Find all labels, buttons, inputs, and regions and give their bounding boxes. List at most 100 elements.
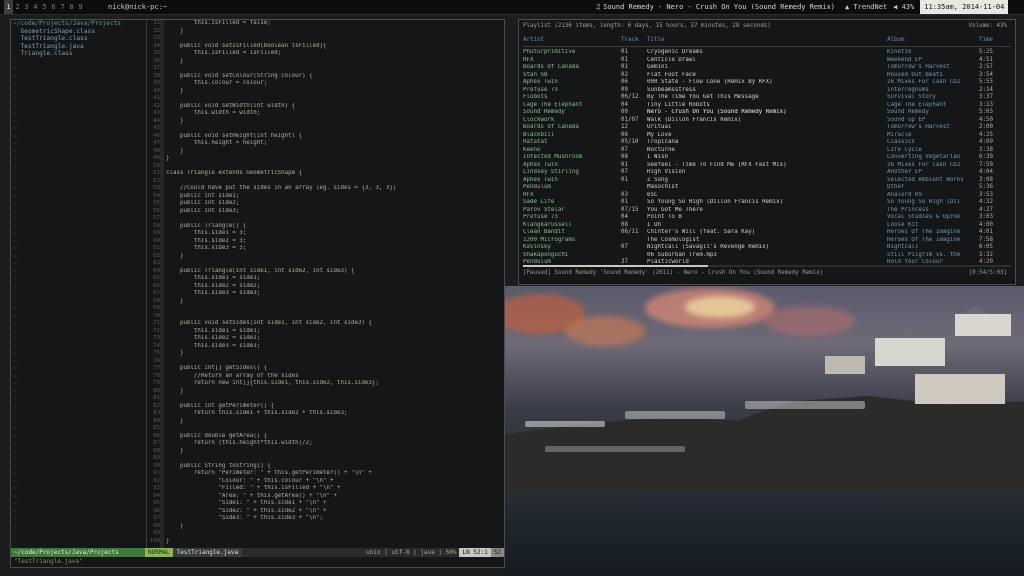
code-line[interactable]: this.width = width; — [166, 110, 502, 118]
playlist-row[interactable]: Aphex Twin 01 Seefeel - Time To Find Me (R… — [523, 162, 1011, 170]
code-line[interactable]: } — [166, 118, 502, 126]
playlist-row[interactable]: RFX 03 6SC Analord 09 3:53 — [523, 192, 1011, 200]
code-line[interactable] — [166, 395, 502, 403]
code-line[interactable]: } — [166, 253, 502, 261]
workspace-6[interactable]: 6 — [49, 0, 58, 14]
playlist-row[interactable]: Flobots 06/12 By The Time You Get This Mes… — [523, 94, 1011, 102]
code-line[interactable]: this.height = height; — [166, 140, 502, 148]
code-line[interactable]: return this.side1 + this.side2 + this.si… — [166, 410, 502, 418]
code-line[interactable]: } — [166, 388, 502, 396]
playlist-row[interactable]: Sade Life 01 So Young So High (Dillon Fran… — [523, 199, 1011, 207]
code-line[interactable]: "Side3: " + this.side3 + "\n"; — [166, 515, 502, 523]
code-line[interactable]: this.side2 = 3; — [166, 238, 502, 246]
code-line[interactable]: } — [166, 523, 502, 531]
network-indicator[interactable]: ▲ TrendNet — [845, 0, 887, 14]
code-line[interactable]: public int getPerimeter() { — [166, 403, 502, 411]
code-line[interactable]: this.isFilled = isFilled; — [166, 50, 502, 58]
code-line[interactable]: return (this.height*this.width)/2; — [166, 440, 502, 448]
clock[interactable]: 11:35am, 2014-11-04 — [920, 0, 1009, 14]
code-line[interactable]: public Triangle(int side1, int side2, in… — [166, 268, 502, 276]
code-line[interactable]: public double getArea() { — [166, 433, 502, 441]
workspace-2[interactable]: 2 — [13, 0, 22, 14]
code-line[interactable] — [166, 178, 502, 186]
code-line[interactable]: public void setHeight(int height) { — [166, 133, 502, 141]
code-line[interactable]: public void setIsFilled(boolean isFilled… — [166, 43, 502, 51]
code-line[interactable]: } — [166, 448, 502, 456]
code-line[interactable]: "Area: " + this.getArea() + "\n" + — [166, 493, 502, 501]
workspace-3[interactable]: 3 — [22, 0, 31, 14]
volume-indicator[interactable]: ◀ 43% — [893, 0, 914, 14]
code-line[interactable]: public void setSides(int side1, int side… — [166, 320, 502, 328]
code-line[interactable] — [166, 35, 502, 43]
tree-file[interactable]: GeometricShape.class — [11, 28, 146, 36]
playlist-row[interactable]: Klangkarussell 08 I Oh Loose Kit 4:00 — [523, 222, 1011, 230]
playlist-row[interactable]: Stan SB 02 Flat Foot Face Housed Out Beats 3… — [523, 72, 1011, 80]
code-line[interactable]: //Could have put the sides in an array (… — [166, 185, 502, 193]
playlist-row-playing[interactable]: Sound Remedy 00 Nero - Crush On You (Sound… — [523, 109, 1011, 117]
code-line[interactable] — [166, 358, 502, 366]
code-line[interactable]: "Side2: " + this.side2 + "\n" + — [166, 508, 502, 516]
code-line[interactable]: } — [166, 148, 502, 156]
code-line[interactable]: } — [166, 155, 502, 163]
code-line[interactable] — [166, 215, 502, 223]
code-line[interactable]: this.side1 = side1; — [166, 328, 502, 336]
playback-progress-bar[interactable] — [523, 265, 1011, 267]
code-line[interactable]: } — [166, 28, 502, 36]
code-line[interactable]: this.side2 = side2; — [166, 283, 502, 291]
playlist-row[interactable]: Parov Stelar 07/15 You Got Me There The Pri… — [523, 207, 1011, 215]
code-buffer[interactable]: this.isFilled = false; } public void set… — [166, 20, 502, 548]
code-line[interactable] — [166, 313, 502, 321]
playlist-row[interactable]: Blackbill 06 My Love Miracle 4:25 — [523, 132, 1011, 140]
code-line[interactable]: public Triangle() { — [166, 223, 502, 231]
playlist-row[interactable]: Lindsey Stirling 07 High Vision Another EP 4… — [523, 169, 1011, 177]
workspace-9[interactable]: 9 — [76, 0, 85, 14]
code-line[interactable]: public void setWidth(int width) { — [166, 103, 502, 111]
code-line[interactable]: } — [166, 58, 502, 66]
tree-file[interactable]: TestTriangle.class — [11, 35, 146, 43]
code-line[interactable]: this.colour = colour; — [166, 80, 502, 88]
code-line[interactable]: "Filled: " + this.isFilled + "\n" + — [166, 485, 502, 493]
code-line[interactable]: } — [166, 350, 502, 358]
code-line[interactable]: return "Perimeter: " + this.getPerimeter… — [166, 470, 502, 478]
code-line[interactable]: } — [166, 418, 502, 426]
playlist-row[interactable]: Ratatat 05/10 Tropicana Classics 4:09 — [523, 139, 1011, 147]
code-line[interactable] — [166, 125, 502, 133]
vim-command-line[interactable]: "TestTriangle.java" — [11, 557, 504, 566]
code-line[interactable]: this.side1 = side1; — [166, 275, 502, 283]
playlist-row[interactable]: Cage The Elephant 04 Tiny Little Robots Cag… — [523, 102, 1011, 110]
code-line[interactable]: public String toString() { — [166, 463, 502, 471]
code-line[interactable]: this.side3 = side3; — [166, 343, 502, 351]
playlist-row[interactable]: Kavinsky 07 Nightcall (Savagli's Revenge R… — [523, 244, 1011, 252]
music-player-window[interactable]: Playlist (2136 items, length: 6 days, 15… — [518, 19, 1016, 285]
code-line[interactable]: } — [166, 88, 502, 96]
code-line[interactable]: "Side1: " + this.side1 + "\n" + — [166, 500, 502, 508]
code-line[interactable]: this.side1 = 3; — [166, 230, 502, 238]
code-line[interactable] — [166, 455, 502, 463]
code-line[interactable]: public int side1; — [166, 193, 502, 201]
code-line[interactable]: public void setColour(String colour) { — [166, 73, 502, 81]
playlist-row[interactable]: Clockwork 01/07 Walk (Dillon Francis Remix… — [523, 117, 1011, 125]
code-line[interactable]: return new int[]{this.side1, this.side2,… — [166, 380, 502, 388]
now-playing-indicator[interactable]: ♫ Sound Remedy - Nero - Crush On You (So… — [596, 0, 835, 14]
column-artist[interactable]: Artist — [523, 37, 544, 45]
code-line[interactable]: } — [166, 298, 502, 306]
code-line[interactable]: this.isFilled = false; — [166, 20, 502, 28]
playlist-row[interactable]: Boards Of Canada 12 Uritual Tomorrow's Harv… — [523, 124, 1011, 132]
playlist-row[interactable]: Prefuse 73 04 Point To B Vocal Studies & Up… — [523, 214, 1011, 222]
code-line[interactable] — [166, 65, 502, 73]
vim-editor-window[interactable]: ~/code/Projects/Java/Projects GeometricS… — [10, 19, 505, 568]
code-line[interactable]: this.side3 = side3; — [166, 290, 502, 298]
workspace-7[interactable]: 7 — [58, 0, 67, 14]
playlist-row[interactable]: 1200 Micrograms The Cosmologist Heroes Of … — [523, 237, 1011, 245]
playlist-row[interactable]: Phuturprimitive 01 Cryogenic Dreams Kinetik… — [523, 49, 1011, 57]
code-line[interactable]: public int side3; — [166, 208, 502, 216]
playlist-row[interactable]: Prefuse 73 09 Sunbeamsstress Interregnums 2:… — [523, 87, 1011, 95]
playlist-row[interactable]: Clean Bandit 06/11 Chinter's Will (feat. S… — [523, 229, 1011, 237]
code-line[interactable] — [166, 163, 502, 171]
code-line[interactable]: public int[] getSides() { — [166, 365, 502, 373]
code-line[interactable]: class Triangle extends GeometricShape { — [166, 170, 502, 178]
playlist-row[interactable]: Pendulum Masochist Other 5:36 — [523, 184, 1011, 192]
playlist-row[interactable]: Keeno 07 Nocturne Life Cycle 3:38 — [523, 147, 1011, 155]
code-line[interactable]: } — [166, 538, 502, 546]
code-line[interactable]: this.side2 = side2; — [166, 335, 502, 343]
